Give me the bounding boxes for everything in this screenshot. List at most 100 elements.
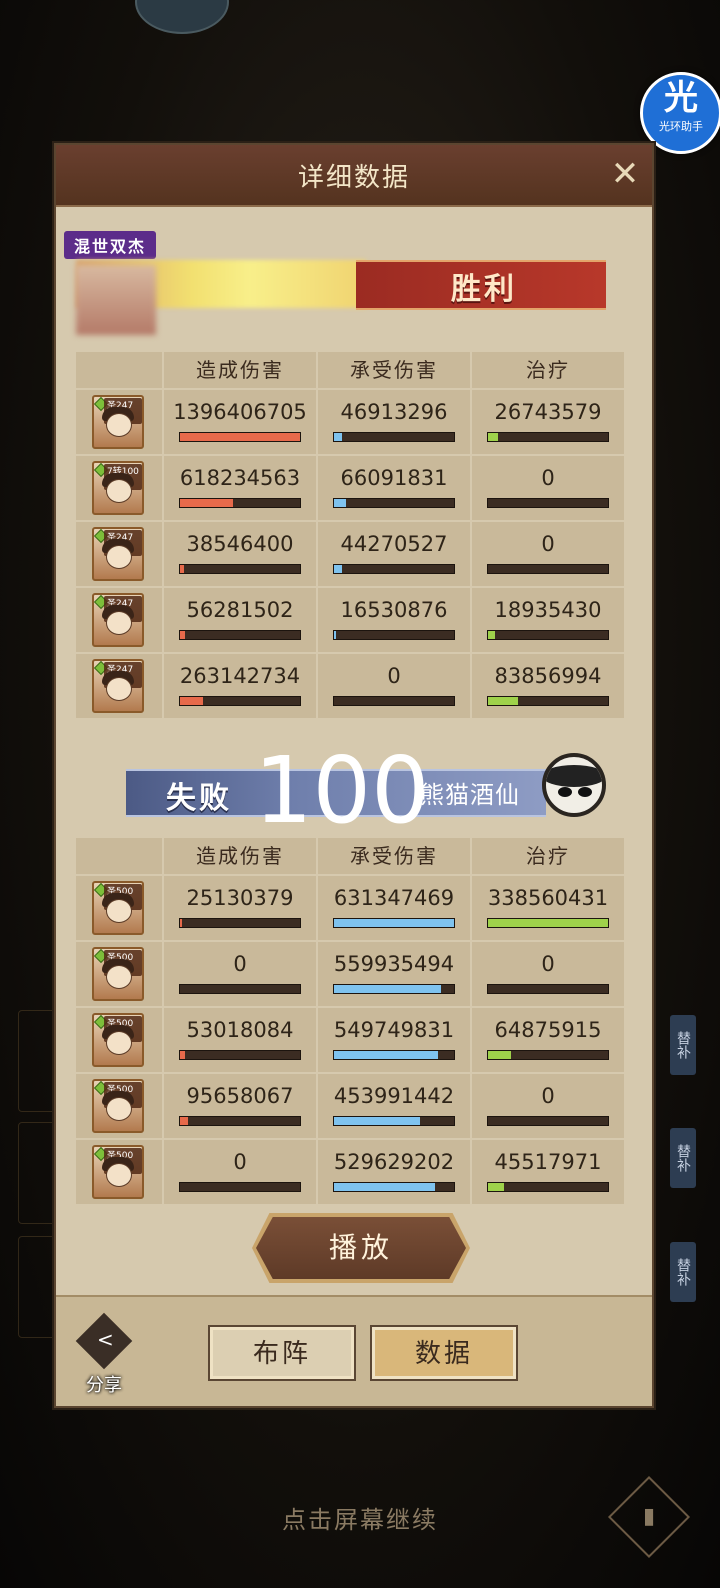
hero-portrait[interactable]: 圣247级 xyxy=(92,593,144,647)
damage-dealt-cell: 1396406705 xyxy=(163,389,317,455)
helper-label: 光环助手 xyxy=(659,120,703,133)
damage-dealt-cell: 618234563 xyxy=(163,455,317,521)
damage-taken-bar-fill xyxy=(334,985,441,993)
header-damage-taken: 承受伤害 xyxy=(317,351,471,389)
avatar-hat xyxy=(546,765,602,787)
data-button[interactable]: 数据 xyxy=(370,1325,518,1381)
healing-bar xyxy=(487,696,609,706)
healing-bar-fill xyxy=(488,1183,504,1191)
header-healing: 治疗 xyxy=(471,351,625,389)
damage-taken-bar xyxy=(333,696,455,706)
damage-taken-bar-fill xyxy=(334,565,343,573)
damage-dealt-bar xyxy=(179,498,301,508)
hero-face xyxy=(106,677,132,701)
play-button[interactable]: 播放 xyxy=(256,1217,466,1279)
damage-dealt-bar xyxy=(179,564,301,574)
hero-portrait[interactable]: 圣500级 xyxy=(92,1079,144,1133)
hero-cell: 圣247级 xyxy=(75,521,163,587)
damage-taken-bar-fill xyxy=(334,1117,421,1125)
stats-chart-icon[interactable]: ▮ xyxy=(607,1475,691,1559)
damage-taken-bar xyxy=(333,1050,455,1060)
enemy-avatar[interactable] xyxy=(542,753,606,817)
hero-face xyxy=(106,1163,132,1187)
healing-cell: 338560431 xyxy=(471,875,625,941)
healing-cell: 26743579 xyxy=(471,389,625,455)
header-damage-taken: 承受伤害 xyxy=(317,837,471,875)
healing-bar xyxy=(487,918,609,928)
damage-taken-bar xyxy=(333,984,455,994)
damage-taken-bar xyxy=(333,918,455,928)
damage-taken-bar-fill xyxy=(334,433,343,441)
hero-cell: 圣500级 xyxy=(75,875,163,941)
damage-dealt-bar-fill xyxy=(180,499,233,507)
damage-dealt-cell: 56281502 xyxy=(163,587,317,653)
healing-bar-fill xyxy=(488,919,608,927)
share-label: 分享 xyxy=(86,1375,122,1396)
table-row: 圣247级 56281502 16530876 18935430 xyxy=(75,587,625,653)
table-row: 圣500级 0 559935494 0 xyxy=(75,941,625,1007)
healing-bar xyxy=(487,1050,609,1060)
table-row: 圣500级 95658067 453991442 0 xyxy=(75,1073,625,1139)
hero-face xyxy=(106,965,132,989)
lose-stats-table: 造成伤害 承受伤害 治疗 圣500级 25130379 631347469 33856… xyxy=(75,837,625,1205)
panel-header: 详细数据 ✕ xyxy=(56,145,652,207)
damage-dealt-value: 263142734 xyxy=(179,664,301,688)
hero-portrait[interactable]: 圣500级 xyxy=(92,947,144,1001)
damage-taken-cell: 44270527 xyxy=(317,521,471,587)
damage-taken-bar xyxy=(333,630,455,640)
hero-portrait[interactable]: 圣500级 xyxy=(92,1145,144,1199)
healing-bar-fill xyxy=(488,631,496,639)
table-row: 圣247级 1396406705 46913296 26743579 xyxy=(75,389,625,455)
damage-taken-cell: 631347469 xyxy=(317,875,471,941)
helper-floating-button[interactable]: 光 光环助手 xyxy=(640,72,720,154)
hero-cell: 圣247级 xyxy=(75,587,163,653)
hero-portrait[interactable]: 圣247级 xyxy=(92,527,144,581)
hero-portrait[interactable]: 圣247级 xyxy=(92,659,144,713)
damage-dealt-cell: 0 xyxy=(163,1139,317,1205)
healing-cell: 18935430 xyxy=(471,587,625,653)
damage-taken-value: 453991442 xyxy=(333,1084,455,1108)
healing-bar-fill xyxy=(488,1051,511,1059)
damage-dealt-bar-fill xyxy=(180,565,184,573)
hero-cell: 7转100级 xyxy=(75,455,163,521)
damage-dealt-bar xyxy=(179,984,301,994)
healing-value: 64875915 xyxy=(494,1018,602,1042)
healing-bar xyxy=(487,498,609,508)
damage-dealt-value: 56281502 xyxy=(186,598,294,622)
enemy-player-name: 熊猫酒仙 xyxy=(420,781,520,809)
table-row: 圣500级 53018084 549749831 64875915 xyxy=(75,1007,625,1073)
close-button[interactable]: ✕ xyxy=(608,157,642,191)
healing-value: 0 xyxy=(541,532,555,556)
damage-taken-bar-fill xyxy=(334,1183,435,1191)
healing-value: 26743579 xyxy=(494,400,602,424)
hero-portrait[interactable]: 圣500级 xyxy=(92,1013,144,1067)
healing-cell: 45517971 xyxy=(471,1139,625,1205)
hero-portrait[interactable]: 7转100级 xyxy=(92,461,144,515)
detail-data-panel: 详细数据 ✕ 混世双杰 胜利 造成伤害 承受伤害 治疗 圣247级1396406… xyxy=(54,143,654,1408)
substitute-badge: 替补 xyxy=(670,1242,696,1302)
hero-cell: 圣500级 xyxy=(75,1139,163,1205)
damage-taken-bar xyxy=(333,1182,455,1192)
healing-bar xyxy=(487,432,609,442)
damage-taken-cell: 16530876 xyxy=(317,587,471,653)
hero-cell: 圣500级 xyxy=(75,941,163,1007)
hero-portrait[interactable]: 圣500级 xyxy=(92,881,144,935)
damage-dealt-cell: 25130379 xyxy=(163,875,317,941)
damage-taken-cell: 529629202 xyxy=(317,1139,471,1205)
formation-button[interactable]: 布阵 xyxy=(208,1325,356,1381)
damage-dealt-bar xyxy=(179,1050,301,1060)
share-button[interactable]: < 分享 xyxy=(74,1312,134,1401)
background-emblem xyxy=(135,0,229,34)
damage-dealt-value: 38546400 xyxy=(186,532,294,556)
healing-cell: 0 xyxy=(471,455,625,521)
table-header: 造成伤害 承受伤害 治疗 xyxy=(75,351,625,389)
healing-cell: 0 xyxy=(471,521,625,587)
hero-portrait[interactable]: 圣247级 xyxy=(92,395,144,449)
table-header: 造成伤害 承受伤害 治疗 xyxy=(75,837,625,875)
avatar-eye xyxy=(558,787,572,797)
damage-dealt-bar xyxy=(179,1182,301,1192)
player-avatar-blurred xyxy=(76,265,156,335)
damage-dealt-value: 53018084 xyxy=(186,1018,294,1042)
hero-cell: 圣247级 xyxy=(75,389,163,455)
hero-cell: 圣247级 xyxy=(75,653,163,719)
